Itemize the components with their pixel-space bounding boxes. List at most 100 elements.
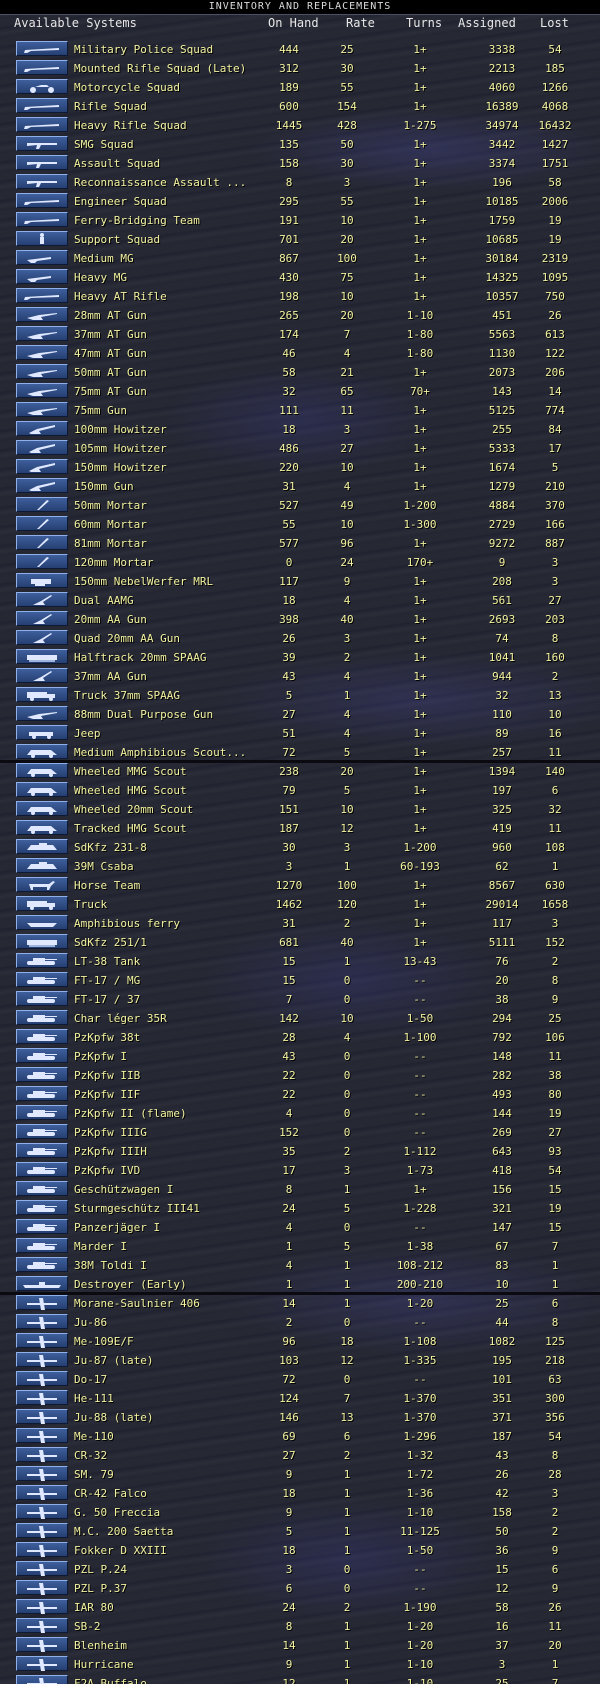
inventory-row[interactable]: PzKpfw II (flame) 4 0 -- 144 19 — [0, 1104, 600, 1123]
unit-icon-button[interactable] — [16, 1599, 68, 1614]
unit-icon-button[interactable] — [16, 497, 68, 512]
unit-icon-button[interactable] — [16, 1124, 68, 1139]
unit-icon-button[interactable] — [16, 269, 68, 284]
unit-icon-button[interactable] — [16, 440, 68, 455]
unit-icon-button[interactable] — [16, 402, 68, 417]
column-header-on-hand[interactable]: On Hand — [268, 15, 319, 32]
unit-icon-button[interactable] — [16, 801, 68, 816]
unit-icon-button[interactable] — [16, 1656, 68, 1671]
unit-icon-button[interactable] — [16, 307, 68, 322]
unit-icon-button[interactable] — [16, 573, 68, 588]
inventory-row[interactable]: PZL P.24 3 0 -- 15 6 — [0, 1560, 600, 1579]
inventory-row[interactable]: Ju-88 (late) 146 13 1-370 371 356 — [0, 1408, 600, 1427]
inventory-row[interactable]: 47mm AT Gun 46 4 1-80 1130 122 — [0, 344, 600, 363]
unit-icon-button[interactable] — [16, 1580, 68, 1595]
unit-icon-button[interactable] — [16, 1523, 68, 1538]
inventory-row[interactable]: Blenheim 14 1 1-20 37 20 — [0, 1636, 600, 1655]
inventory-row[interactable]: 37mm AA Gun 43 4 1+ 944 2 — [0, 667, 600, 686]
unit-icon-button[interactable] — [16, 1219, 68, 1234]
unit-icon-button[interactable] — [16, 516, 68, 531]
inventory-row[interactable]: Military Police Squad 444 25 1+ 3338 54 — [0, 40, 600, 59]
inventory-row[interactable]: Panzerjäger I 4 0 -- 147 15 — [0, 1218, 600, 1237]
inventory-row[interactable]: CR-42 Falco 18 1 1-36 42 3 — [0, 1484, 600, 1503]
inventory-row[interactable]: 37mm AT Gun 174 7 1-80 5563 613 — [0, 325, 600, 344]
unit-icon-button[interactable] — [16, 1143, 68, 1158]
inventory-row[interactable]: Ju-87 (late) 103 12 1-335 195 218 — [0, 1351, 600, 1370]
inventory-row[interactable]: Tracked HMG Scout 187 12 1+ 419 11 — [0, 819, 600, 838]
unit-icon-button[interactable] — [16, 1314, 68, 1329]
inventory-row[interactable]: Amphibious ferry 31 2 1+ 117 3 — [0, 914, 600, 933]
unit-icon-button[interactable] — [16, 1447, 68, 1462]
column-header-rate[interactable]: Rate — [346, 15, 375, 32]
unit-icon-button[interactable] — [16, 953, 68, 968]
inventory-row[interactable]: Wheeled MMG Scout 238 20 1+ 1394 140 — [0, 762, 600, 781]
inventory-row[interactable]: Wheeled 20mm Scout 151 10 1+ 325 32 — [0, 800, 600, 819]
unit-icon-button[interactable] — [16, 630, 68, 645]
inventory-row[interactable]: SdKfz 231-8 30 3 1-200 960 108 — [0, 838, 600, 857]
unit-icon-button[interactable] — [16, 136, 68, 151]
inventory-row[interactable]: IAR 80 24 2 1-190 58 26 — [0, 1598, 600, 1617]
unit-icon-button[interactable] — [16, 972, 68, 987]
unit-icon-button[interactable] — [16, 117, 68, 132]
unit-icon-button[interactable] — [16, 41, 68, 56]
inventory-row[interactable]: G. 50 Freccia 9 1 1-10 158 2 — [0, 1503, 600, 1522]
unit-icon-button[interactable] — [16, 820, 68, 835]
unit-icon-button[interactable] — [16, 687, 68, 702]
inventory-row[interactable]: PzKpfw IIB 22 0 -- 282 38 — [0, 1066, 600, 1085]
inventory-row[interactable]: PzKpfw IVD 17 3 1-73 418 54 — [0, 1161, 600, 1180]
inventory-row[interactable]: 28mm AT Gun 265 20 1-10 451 26 — [0, 306, 600, 325]
inventory-row[interactable]: Me-109E/F 96 18 1-108 1082 125 — [0, 1332, 600, 1351]
unit-icon-button[interactable] — [16, 535, 68, 550]
inventory-row[interactable]: PZL P.37 6 0 -- 12 9 — [0, 1579, 600, 1598]
inventory-row[interactable]: Truck 37mm SPAAG 5 1 1+ 32 13 — [0, 686, 600, 705]
inventory-row[interactable]: 100mm Howitzer 18 3 1+ 255 84 — [0, 420, 600, 439]
inventory-row[interactable]: 150mm NebelWerfer MRL 117 9 1+ 208 3 — [0, 572, 600, 591]
unit-icon-button[interactable] — [16, 915, 68, 930]
unit-icon-button[interactable] — [16, 611, 68, 626]
inventory-row[interactable]: FT-17 / 37 7 0 -- 38 9 — [0, 990, 600, 1009]
unit-icon-button[interactable] — [16, 1238, 68, 1253]
inventory-row[interactable]: 60mm Mortar 55 10 1-300 2729 166 — [0, 515, 600, 534]
unit-icon-button[interactable] — [16, 1333, 68, 1348]
unit-icon-button[interactable] — [16, 896, 68, 911]
unit-icon-button[interactable] — [16, 79, 68, 94]
inventory-row[interactable]: LT-38 Tank 15 1 13-43 76 2 — [0, 952, 600, 971]
unit-icon-button[interactable] — [16, 934, 68, 949]
unit-icon-button[interactable] — [16, 478, 68, 493]
unit-icon-button[interactable] — [16, 1162, 68, 1177]
unit-icon-button[interactable] — [16, 1276, 68, 1291]
inventory-row[interactable]: Fokker D XXIII 18 1 1-50 36 9 — [0, 1541, 600, 1560]
unit-icon-button[interactable] — [16, 858, 68, 873]
unit-icon-button[interactable] — [16, 1675, 68, 1684]
unit-icon-button[interactable] — [16, 554, 68, 569]
inventory-row[interactable]: 20mm AA Gun 398 40 1+ 2693 203 — [0, 610, 600, 629]
inventory-row[interactable]: Geschützwagen I 8 1 1+ 156 15 — [0, 1180, 600, 1199]
unit-icon-button[interactable] — [16, 1029, 68, 1044]
inventory-row[interactable]: 75mm AT Gun 32 65 70+ 143 14 — [0, 382, 600, 401]
inventory-row[interactable]: He-111 124 7 1-370 351 300 — [0, 1389, 600, 1408]
unit-icon-button[interactable] — [16, 725, 68, 740]
unit-icon-button[interactable] — [16, 1010, 68, 1025]
inventory-row[interactable]: SM. 79 9 1 1-72 26 28 — [0, 1465, 600, 1484]
inventory-row[interactable]: PzKpfw IIIH 35 2 1-112 643 93 — [0, 1142, 600, 1161]
inventory-row[interactable]: 81mm Mortar 577 96 1+ 9272 887 — [0, 534, 600, 553]
unit-icon-button[interactable] — [16, 421, 68, 436]
inventory-row[interactable]: 50mm AT Gun 58 21 1+ 2073 206 — [0, 363, 600, 382]
unit-icon-button[interactable] — [16, 877, 68, 892]
unit-icon-button[interactable] — [16, 1485, 68, 1500]
unit-icon-button[interactable] — [16, 1504, 68, 1519]
unit-icon-button[interactable] — [16, 1257, 68, 1272]
inventory-row[interactable]: Morane-Saulnier 406 14 1 1-20 25 6 — [0, 1294, 600, 1313]
unit-icon-button[interactable] — [16, 193, 68, 208]
column-header-name[interactable]: Available Systems — [14, 15, 137, 32]
unit-icon-button[interactable] — [16, 1105, 68, 1120]
column-header-lost[interactable]: Lost — [540, 15, 569, 32]
unit-icon-button[interactable] — [16, 1067, 68, 1082]
unit-icon-button[interactable] — [16, 1371, 68, 1386]
inventory-row[interactable]: Motorcycle Squad 189 55 1+ 4060 1266 — [0, 78, 600, 97]
inventory-row[interactable]: Me-110 69 6 1-296 187 54 — [0, 1427, 600, 1446]
inventory-row[interactable]: Marder I 1 5 1-38 67 7 — [0, 1237, 600, 1256]
unit-icon-button[interactable] — [16, 668, 68, 683]
unit-icon-button[interactable] — [16, 1428, 68, 1443]
unit-icon-button[interactable] — [16, 763, 68, 778]
